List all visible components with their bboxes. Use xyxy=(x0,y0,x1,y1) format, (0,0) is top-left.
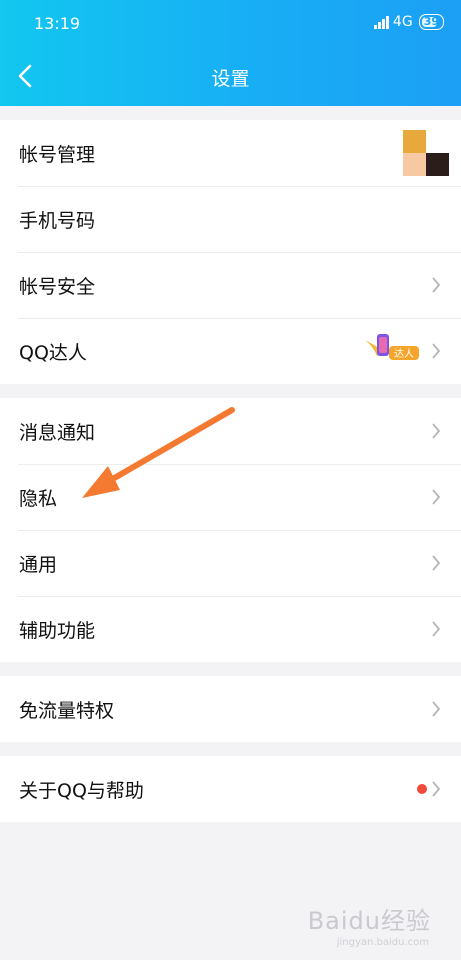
page-title: 设置 xyxy=(211,68,250,90)
row-label: 手机号码 xyxy=(19,209,96,232)
row-account-security[interactable]: 帐号安全 xyxy=(0,252,461,318)
row-free-data[interactable]: 免流量特权 xyxy=(0,676,461,742)
row-qq-expert[interactable]: QQ达人 达人 xyxy=(0,318,461,384)
battery-icon: 39 xyxy=(418,14,444,30)
row-accessibility[interactable]: 辅助功能 xyxy=(0,596,461,662)
status-bar: 13:19 4G 39 xyxy=(0,0,461,48)
status-time: 13:19 xyxy=(34,14,81,33)
chevron-right-icon xyxy=(432,423,441,439)
chevron-right-icon xyxy=(432,343,441,359)
chevron-right-icon xyxy=(432,277,441,293)
chevron-right-icon xyxy=(432,781,441,797)
row-phone-number[interactable]: 手机号码 xyxy=(0,186,461,252)
qq-expert-badge-icon: 达人 xyxy=(365,334,419,360)
row-label: 免流量特权 xyxy=(19,699,115,722)
battery-level: 39 xyxy=(423,15,439,28)
settings-group-data-privilege: 免流量特权 xyxy=(0,676,461,742)
row-general[interactable]: 通用 xyxy=(0,530,461,596)
row-account-management[interactable]: 帐号管理 xyxy=(0,120,461,186)
watermark-logo: Baidu经验 xyxy=(307,907,431,935)
qq-badge-text: 达人 xyxy=(394,348,414,360)
row-label: QQ达人 xyxy=(19,341,87,364)
settings-group-about: 关于QQ与帮助 xyxy=(0,756,461,822)
chevron-right-icon xyxy=(432,555,441,571)
chevron-right-icon xyxy=(432,489,441,505)
row-about-help[interactable]: 关于QQ与帮助 xyxy=(0,756,461,822)
chevron-right-icon xyxy=(432,701,441,717)
row-label: 帐号安全 xyxy=(19,275,96,298)
settings-group-general: 消息通知 隐私 通用 辅助功能 xyxy=(0,398,461,662)
row-label: 帐号管理 xyxy=(19,143,96,166)
row-label: 辅助功能 xyxy=(19,619,96,642)
row-label: 通用 xyxy=(19,553,58,576)
status-icons: 4G 39 xyxy=(373,14,444,30)
row-notifications[interactable]: 消息通知 xyxy=(0,398,461,464)
watermark-url: jingyan.baidu.com xyxy=(336,937,429,948)
row-label: 隐私 xyxy=(19,487,58,510)
settings-group-account: 帐号管理 手机号码 帐号安全 QQ达人 达人 xyxy=(0,120,461,384)
row-label: 关于QQ与帮助 xyxy=(19,779,144,802)
chevron-right-icon xyxy=(432,621,441,637)
row-privacy[interactable]: 隐私 xyxy=(0,464,461,530)
avatar xyxy=(403,130,449,176)
signal-icon xyxy=(373,15,389,29)
row-label: 消息通知 xyxy=(19,421,96,444)
network-type: 4G xyxy=(392,14,413,30)
red-dot-badge xyxy=(417,784,427,794)
header-bar: 13:19 4G 39 设置 xyxy=(0,0,461,106)
